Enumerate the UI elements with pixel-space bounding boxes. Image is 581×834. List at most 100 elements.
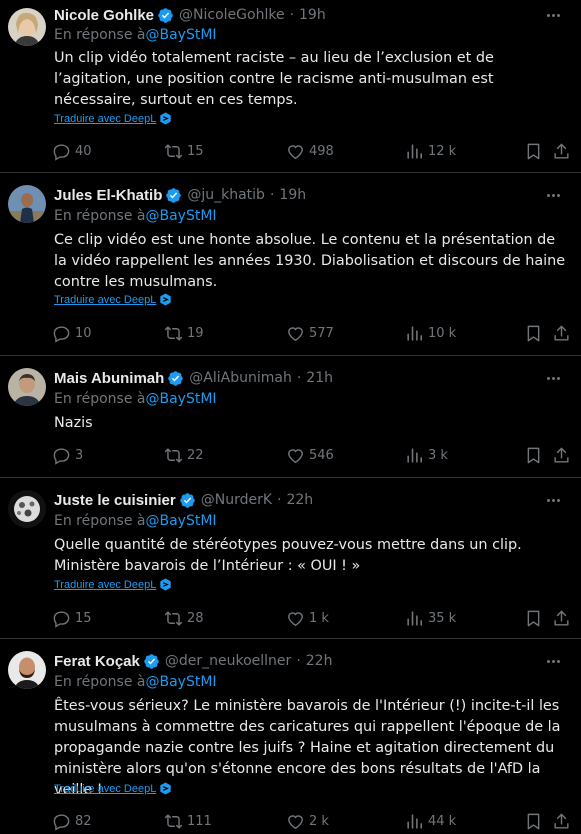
share-button[interactable] [552, 324, 571, 343]
translate-link[interactable]: Traduire avec DeepL [54, 782, 172, 795]
reply-prefix: En réponse à [54, 674, 146, 690]
more-options-icon[interactable] [547, 8, 565, 22]
translate-link[interactable]: Traduire avec DeepL [54, 112, 172, 125]
timestamp[interactable]: 22h [306, 653, 333, 669]
like-button[interactable]: 546 [286, 446, 334, 465]
views-button[interactable]: 35 k [405, 609, 456, 628]
reply-button[interactable]: 3 [52, 446, 83, 465]
retweet-count: 22 [187, 448, 204, 463]
retweet-button[interactable]: 111 [164, 812, 212, 831]
deepl-icon [159, 112, 172, 125]
author-name[interactable]: Ferat Koçak [54, 653, 140, 670]
more-options-icon[interactable] [547, 371, 565, 385]
reply-to-link[interactable]: @BayStMI [146, 27, 217, 43]
author-handle[interactable]: @NurderK [201, 492, 272, 508]
author-handle[interactable]: @AliAbunimah [189, 370, 292, 386]
tweet[interactable]: Mais Abunimah @AliAbunimah · 21h En répo… [0, 356, 581, 478]
view-count: 35 k [428, 611, 457, 626]
like-button[interactable]: 498 [286, 142, 334, 161]
more-options-icon[interactable] [547, 188, 565, 202]
tweet[interactable]: Jules El-Khatib @ju_khatib · 19h En répo… [0, 173, 581, 356]
reply-to-link[interactable]: @BayStMI [146, 391, 217, 407]
like-count: 546 [309, 448, 334, 463]
avatar[interactable] [8, 651, 46, 689]
bookmark-button[interactable] [524, 324, 543, 343]
reply-button[interactable]: 15 [52, 609, 92, 628]
tweet-header: Ferat Koçak @der_neukoellner · 22h [54, 651, 332, 671]
views-button[interactable]: 10 k [405, 324, 456, 343]
retweet-icon [164, 611, 183, 626]
retweet-icon [164, 144, 183, 159]
more-options-icon[interactable] [547, 654, 565, 668]
bookmark-button[interactable] [524, 446, 543, 465]
reply-icon [53, 448, 70, 465]
like-button[interactable]: 1 k [286, 609, 329, 628]
reply-to-link[interactable]: @BayStMI [146, 513, 217, 529]
reply-button[interactable]: 82 [52, 812, 92, 831]
translate-label[interactable]: Traduire avec DeepL [54, 783, 156, 795]
retweet-button[interactable]: 19 [164, 324, 204, 343]
bookmark-button[interactable] [524, 609, 543, 628]
heart-icon [288, 327, 303, 342]
translate-label[interactable]: Traduire avec DeepL [54, 113, 156, 125]
tweet[interactable]: Nicole Gohlke @NicoleGohlke · 19h En rép… [0, 0, 581, 173]
translate-label[interactable]: Traduire avec DeepL [54, 294, 156, 306]
author-handle[interactable]: @ju_khatib [187, 187, 265, 203]
share-button[interactable] [552, 446, 571, 465]
tweet[interactable]: Juste le cuisinier @NurderK · 22h En rép… [0, 478, 581, 639]
translate-label[interactable]: Traduire avec DeepL [54, 579, 156, 591]
author-handle[interactable]: @der_neukoellner [165, 653, 291, 669]
author-name[interactable]: Mais Abunimah [54, 370, 164, 387]
bookmark-icon [527, 813, 540, 830]
reply-button[interactable]: 10 [52, 324, 92, 343]
tweet-text: Ce clip vidéo est une honte absolue. Le … [54, 232, 566, 290]
author-name[interactable]: Juste le cuisinier [54, 492, 176, 509]
author-handle[interactable]: @NicoleGohlke [179, 7, 285, 23]
retweet-button[interactable]: 22 [164, 446, 204, 465]
share-button[interactable] [552, 142, 571, 161]
share-button[interactable] [552, 812, 571, 831]
retweet-count: 111 [187, 814, 212, 829]
timestamp[interactable]: 21h [306, 370, 333, 386]
timestamp[interactable]: 19h [299, 7, 326, 23]
retweet-button[interactable]: 15 [164, 142, 204, 161]
bookmark-button[interactable] [524, 812, 543, 831]
more-options-icon[interactable] [547, 493, 565, 507]
avatar[interactable] [8, 368, 46, 406]
avatar[interactable] [8, 8, 46, 46]
reply-prefix: En réponse à [54, 391, 146, 407]
author-name[interactable]: Jules El-Khatib [54, 187, 162, 204]
views-button[interactable]: 44 k [405, 812, 456, 831]
reply-to-link[interactable]: @BayStMI [146, 208, 217, 224]
tweet-actions: 82 111 2 k 44 k [52, 812, 577, 832]
avatar[interactable] [8, 185, 46, 223]
like-count: 498 [309, 144, 334, 159]
like-button[interactable]: 2 k [286, 812, 329, 831]
tweet[interactable]: Ferat Koçak @der_neukoellner · 22h En ré… [0, 639, 581, 834]
views-button[interactable]: 12 k [405, 142, 456, 161]
avatar[interactable] [8, 490, 46, 528]
reply-to-link[interactable]: @BayStMI [146, 674, 217, 690]
bookmark-button[interactable] [524, 142, 543, 161]
retweet-icon [164, 448, 183, 463]
reply-button[interactable]: 40 [52, 142, 92, 161]
share-icon [554, 813, 569, 829]
views-button[interactable]: 3 k [405, 446, 448, 465]
reply-icon [53, 326, 70, 343]
timestamp[interactable]: 19h [279, 187, 306, 203]
timestamp[interactable]: 22h [286, 492, 313, 508]
like-count: 577 [309, 326, 334, 341]
deepl-icon [159, 782, 172, 795]
tweet-text: Un clip vidéo totalement raciste – au li… [54, 50, 494, 108]
share-button[interactable] [552, 609, 571, 628]
retweet-count: 28 [187, 611, 204, 626]
translate-link[interactable]: Traduire avec DeepL [54, 293, 172, 306]
like-count: 2 k [309, 814, 329, 829]
reply-context: En réponse à@BayStMI [54, 513, 217, 529]
translate-link[interactable]: Traduire avec DeepL [54, 578, 172, 591]
like-button[interactable]: 577 [286, 324, 334, 343]
tweet-text: Quelle quantité de stéréotypes pouvez-vo… [54, 537, 522, 574]
reply-prefix: En réponse à [54, 208, 146, 224]
author-name[interactable]: Nicole Gohlke [54, 7, 154, 24]
retweet-button[interactable]: 28 [164, 609, 204, 628]
